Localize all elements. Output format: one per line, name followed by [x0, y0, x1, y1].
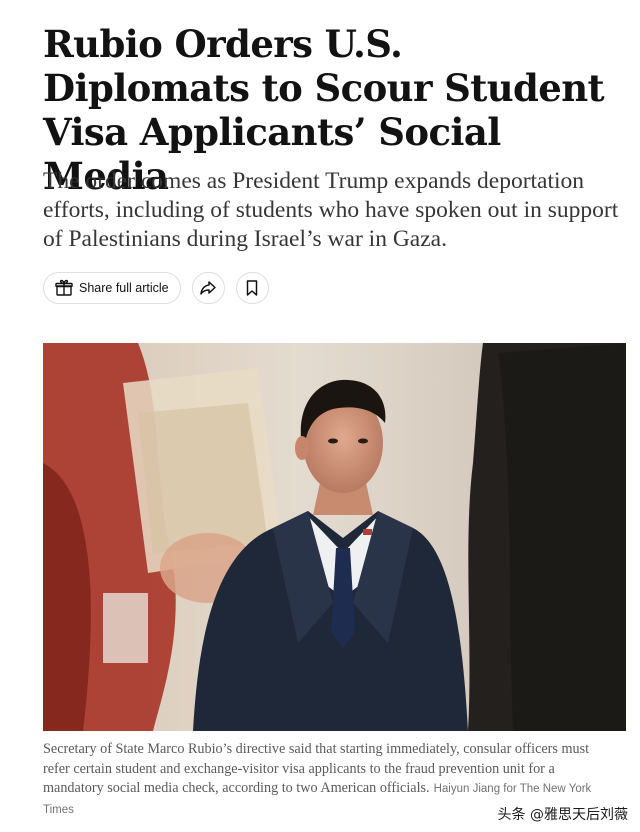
bookmark-icon: [242, 278, 262, 298]
share-toolbar: Share full article: [43, 271, 269, 305]
share-arrow-icon: [198, 278, 218, 298]
watermark: 头条 @雅思天后刘薇: [497, 807, 628, 823]
gift-icon: [54, 278, 74, 298]
forward-button[interactable]: [191, 272, 225, 304]
article-summary: The order comes as President Trump expan…: [43, 168, 619, 252]
share-full-article-label: Share full article: [79, 281, 169, 295]
photo-illustration: [43, 343, 626, 731]
article-photo: [43, 343, 626, 731]
save-button[interactable]: [235, 272, 269, 304]
share-full-article-button[interactable]: Share full article: [43, 272, 181, 304]
